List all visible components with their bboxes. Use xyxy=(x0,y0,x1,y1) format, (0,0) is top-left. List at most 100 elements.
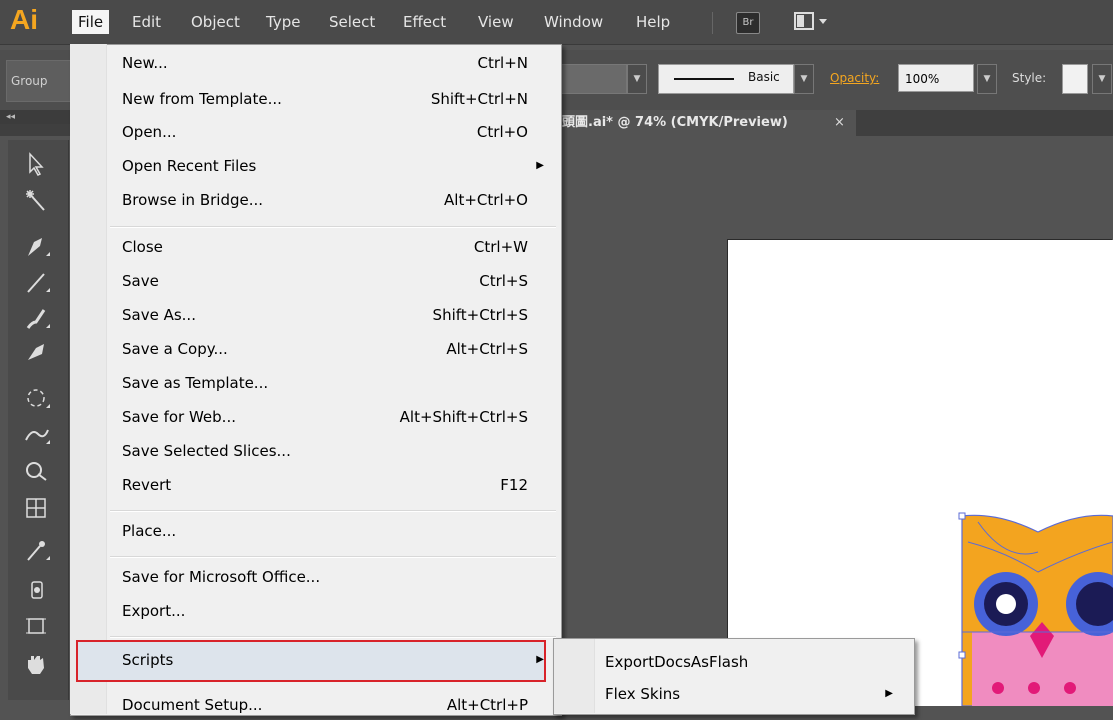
paintbrush-tool-icon[interactable] xyxy=(16,304,56,332)
menu-item-label: Save for Web... xyxy=(122,408,236,426)
app-logo: Ai xyxy=(10,4,38,35)
stroke-preview-line xyxy=(674,78,734,80)
shortcut-label: Ctrl+W xyxy=(473,238,528,256)
menu-item-label: Place... xyxy=(122,522,177,540)
menu-item-new-from-template[interactable]: New from Template... Shift+Ctrl+N xyxy=(70,84,560,114)
shape-builder-tool-icon[interactable] xyxy=(16,456,56,484)
style-label: Style: xyxy=(1012,71,1047,85)
menu-item-label: Save As... xyxy=(122,306,196,324)
shortcut-label: Ctrl+O xyxy=(476,123,528,141)
menu-item-save[interactable]: Save Ctrl+S xyxy=(70,266,560,296)
file-menu-items: New... Ctrl+N New from Template... Shift+C… xyxy=(70,44,560,714)
eyedropper-tool-icon[interactable] xyxy=(16,536,56,564)
menu-window[interactable]: Window xyxy=(538,10,609,34)
rotate-tool-icon[interactable] xyxy=(16,384,56,412)
menu-type[interactable]: Type xyxy=(260,10,306,34)
selection-type-label: Group xyxy=(6,60,74,102)
direct-selection-tool-icon[interactable] xyxy=(16,150,56,178)
submenu-item-flex-skins[interactable]: Flex Skins ▶ xyxy=(553,680,913,708)
menu-item-revert[interactable]: Revert F12 xyxy=(70,470,560,500)
shortcut-label: Alt+Ctrl+O xyxy=(444,191,528,209)
submenu-arrow-icon: ▶ xyxy=(536,160,544,171)
shortcut-label: Alt+Ctrl+P xyxy=(446,696,528,714)
chevron-down-icon[interactable]: ▼ xyxy=(1092,64,1112,94)
menu-item-save-for-microsoft-office[interactable]: Save for Microsoft Office... xyxy=(70,562,560,592)
bridge-button[interactable]: Br xyxy=(736,12,760,34)
shortcut-label: Ctrl+N xyxy=(477,54,528,72)
menu-item-scripts[interactable]: Scripts ▶ xyxy=(70,645,560,675)
hand-tool-icon[interactable] xyxy=(16,650,56,678)
chevron-down-icon[interactable]: ▼ xyxy=(794,64,814,94)
shortcut-label: Shift+Ctrl+N xyxy=(430,90,528,108)
menu-separator xyxy=(110,636,556,638)
shortcut-label: Alt+Shift+Ctrl+S xyxy=(399,408,528,426)
menu-edit[interactable]: Edit xyxy=(126,10,167,34)
pen-tool-icon[interactable] xyxy=(16,232,56,260)
menu-item-label: Flex Skins xyxy=(605,685,681,703)
style-swatch[interactable] xyxy=(1062,64,1088,94)
menu-item-save-as-template[interactable]: Save as Template... xyxy=(70,368,560,398)
arrange-documents-icon[interactable] xyxy=(793,11,833,33)
line-tool-icon[interactable] xyxy=(16,268,56,296)
menu-help[interactable]: Help xyxy=(630,10,676,34)
menu-effect[interactable]: Effect xyxy=(397,10,452,34)
menu-item-export[interactable]: Export... xyxy=(70,596,560,626)
close-icon[interactable]: × xyxy=(834,110,850,136)
mesh-tool-icon[interactable] xyxy=(16,494,56,522)
menu-item-label: Save xyxy=(122,272,159,290)
shortcut-label: Ctrl+S xyxy=(479,272,528,290)
menu-item-label: New... xyxy=(122,54,168,72)
tool-panel-collapse[interactable]: ◂◂ xyxy=(0,110,74,124)
menu-item-label: Save Selected Slices... xyxy=(122,442,291,460)
menu-item-label: Document Setup... xyxy=(122,696,263,714)
menu-separator xyxy=(110,226,556,228)
menu-view[interactable]: View xyxy=(472,10,520,34)
menu-item-save-a-copy[interactable]: Save a Copy... Alt+Ctrl+S xyxy=(70,334,560,364)
opacity-link[interactable]: Opacity: xyxy=(830,71,879,85)
menu-item-place[interactable]: Place... xyxy=(70,516,560,546)
menu-item-label: Scripts xyxy=(122,651,174,669)
document-tab[interactable]: 頭圖.ai* @ 74% (CMYK/Preview) xyxy=(556,110,856,136)
menu-item-save-for-web[interactable]: Save for Web... Alt+Shift+Ctrl+S xyxy=(70,402,560,432)
submenu-arrow-icon: ▶ xyxy=(885,688,893,699)
menu-item-document-setup[interactable]: Document Setup... Alt+Ctrl+P xyxy=(70,690,560,720)
menu-item-label: ExportDocsAsFlash xyxy=(605,653,749,671)
menu-item-label: Revert xyxy=(122,476,172,494)
menu-object[interactable]: Object xyxy=(185,10,246,34)
menu-item-label: New from Template... xyxy=(122,90,282,108)
menu-item-save-selected-slices[interactable]: Save Selected Slices... xyxy=(70,436,560,466)
chevron-down-icon[interactable]: ▼ xyxy=(977,64,997,94)
artboard-tool-icon[interactable] xyxy=(16,612,56,640)
menu-item-close[interactable]: Close Ctrl+W xyxy=(70,232,560,262)
menu-item-new[interactable]: New... Ctrl+N xyxy=(70,48,560,78)
stroke-weight-field[interactable] xyxy=(560,64,627,94)
owl-artwork[interactable] xyxy=(958,512,1113,707)
menu-separator xyxy=(110,510,556,512)
shortcut-label: Alt+Ctrl+S xyxy=(446,340,528,358)
menu-item-browse-in-bridge[interactable]: Browse in Bridge... Alt+Ctrl+O xyxy=(70,185,560,215)
menu-select[interactable]: Select xyxy=(323,10,381,34)
menu-item-label: Open... xyxy=(122,123,177,141)
menu-item-label: Save as Template... xyxy=(122,374,269,392)
menu-item-label: Export... xyxy=(122,602,186,620)
menu-item-label: Open Recent Files xyxy=(122,157,257,175)
stroke-profile-label: Basic xyxy=(748,70,780,84)
menu-separator xyxy=(110,556,556,558)
menu-item-label: Save for Microsoft Office... xyxy=(122,568,321,586)
submenu-arrow-icon: ▶ xyxy=(536,654,544,665)
menu-file[interactable]: File xyxy=(72,10,110,34)
menu-item-save-as[interactable]: Save As... Shift+Ctrl+S xyxy=(70,300,560,330)
menu-item-label: Browse in Bridge... xyxy=(122,191,264,209)
menu-item-label: Close xyxy=(122,238,163,256)
menu-item-open-recent[interactable]: Open Recent Files ▶ xyxy=(70,151,560,181)
shortcut-label: F12 xyxy=(500,476,528,494)
magic-wand-tool-icon[interactable] xyxy=(16,186,56,214)
menu-item-open[interactable]: Open... Ctrl+O xyxy=(70,117,560,147)
blob-brush-tool-icon[interactable] xyxy=(16,338,56,366)
submenu-item-exportdocsasflash[interactable]: ExportDocsAsFlash xyxy=(553,648,913,676)
opacity-input[interactable]: 100% xyxy=(898,64,974,92)
chevron-down-icon[interactable]: ▼ xyxy=(627,64,647,94)
shortcut-label: Shift+Ctrl+S xyxy=(432,306,528,324)
symbol-sprayer-tool-icon[interactable] xyxy=(16,574,56,602)
warp-tool-icon[interactable] xyxy=(16,420,56,448)
